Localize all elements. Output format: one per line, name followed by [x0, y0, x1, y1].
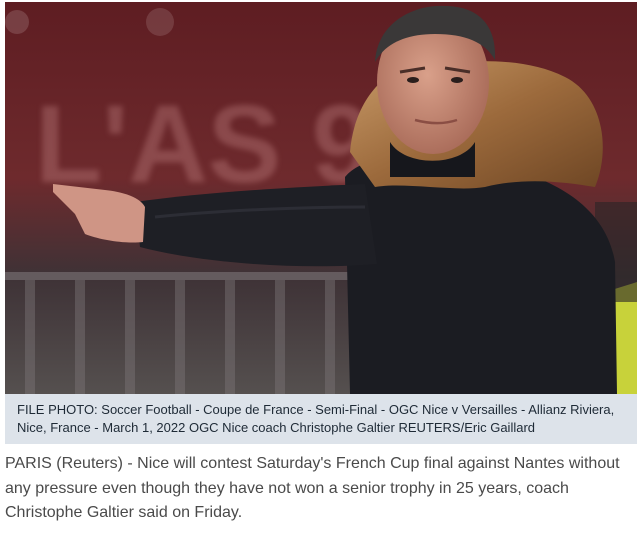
article-paragraph: PARIS (Reuters) - Nice will contest Satu… [5, 455, 620, 521]
photo-illustration: L'AS 95 [5, 2, 637, 394]
article-photo: L'AS 95 [5, 2, 637, 394]
photo-caption: FILE PHOTO: Soccer Football - Coupe de F… [5, 394, 637, 444]
caption-text: FILE PHOTO: Soccer Football - Coupe de F… [17, 402, 615, 435]
